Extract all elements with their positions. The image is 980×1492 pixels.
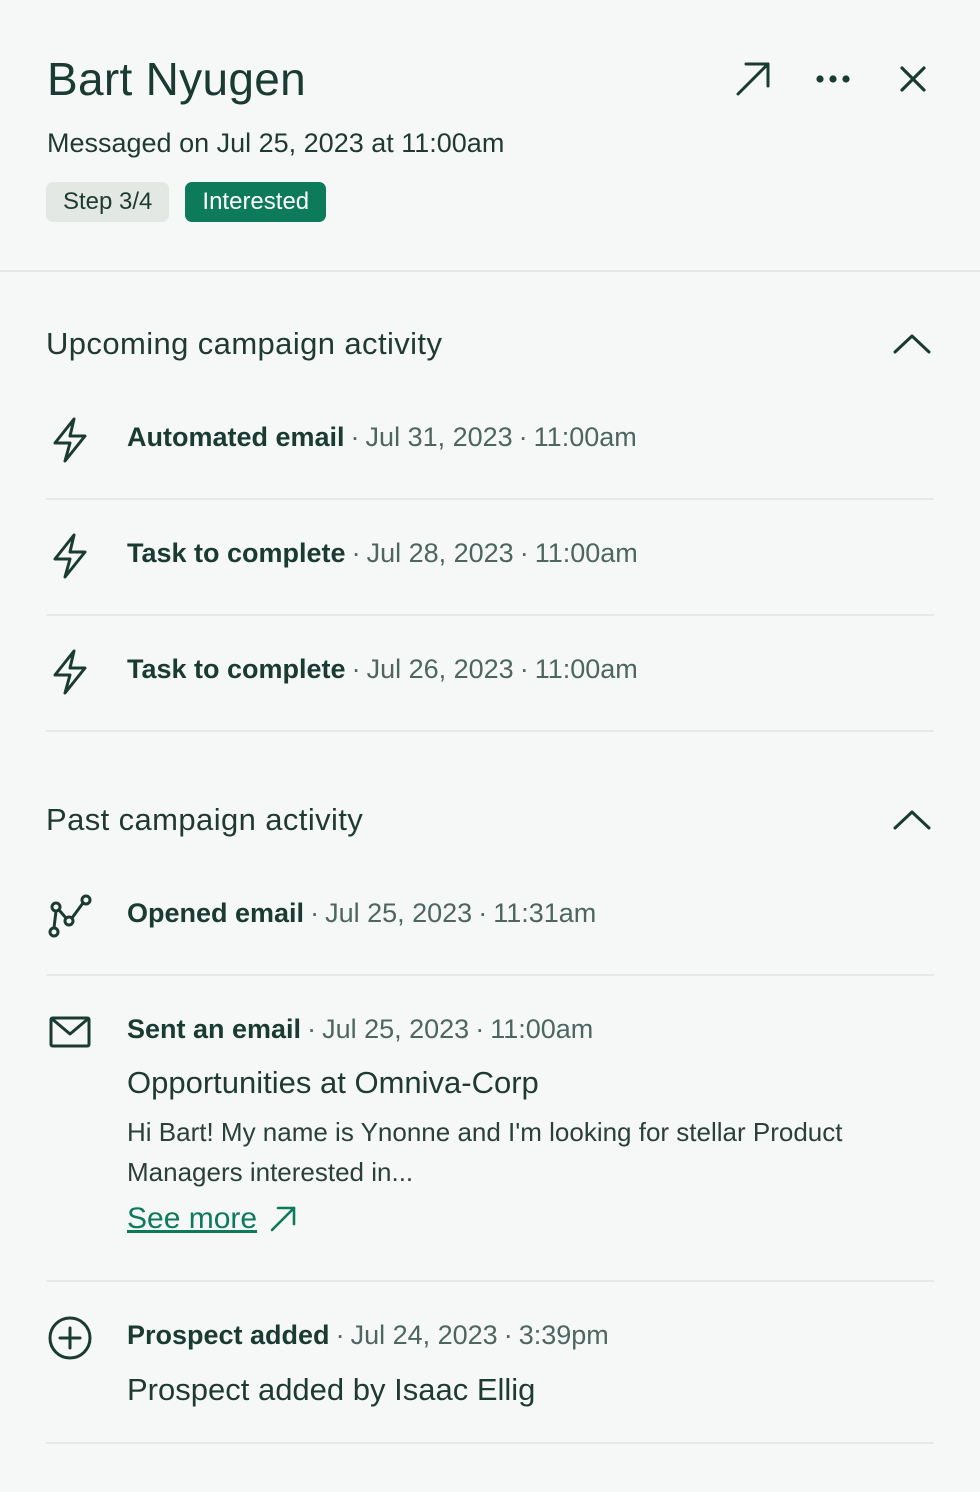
activity-time: 11:00am bbox=[534, 654, 638, 684]
prospect-detail-panel: Bart Nyugen Messaged on Jul 25, 2023 at … bbox=[0, 0, 980, 1492]
activity-kind: Task to complete bbox=[127, 654, 346, 684]
plus-circle-icon bbox=[46, 1314, 94, 1362]
close-icon[interactable] bbox=[892, 58, 934, 100]
mail-icon bbox=[46, 1008, 94, 1056]
header-actions bbox=[732, 58, 934, 100]
open-external-icon[interactable] bbox=[732, 58, 774, 100]
activity-date: Jul 31, 2023 bbox=[365, 422, 513, 452]
activity-row[interactable]: Opened email · Jul 25, 2023 · 11:31am bbox=[46, 866, 934, 976]
chevron-up-icon[interactable] bbox=[890, 322, 934, 366]
activity-date: Jul 24, 2023 bbox=[350, 1320, 498, 1350]
activity-date: Jul 28, 2023 bbox=[366, 538, 514, 568]
activity-kind: Automated email bbox=[127, 422, 345, 452]
open-external-icon bbox=[270, 1206, 296, 1232]
upcoming-section-title: Upcoming campaign activity bbox=[46, 326, 443, 361]
see-more-link[interactable]: See more bbox=[127, 1202, 297, 1236]
panel-header: Bart Nyugen Messaged on Jul 25, 2023 at … bbox=[0, 0, 980, 272]
activity-kind: Task to complete bbox=[127, 538, 346, 568]
activity-date: Jul 26, 2023 bbox=[366, 654, 514, 684]
activity-kind: Sent an email bbox=[127, 1014, 302, 1044]
activity-kind: Opened email bbox=[127, 898, 305, 928]
activity-date: Jul 25, 2023 bbox=[322, 1014, 470, 1044]
step-badge: Step 3/4 bbox=[46, 182, 170, 222]
prospect-name: Bart Nyugen bbox=[47, 53, 306, 105]
badges: Step 3/4 Interested bbox=[46, 182, 327, 222]
email-subject: Opportunities at Omniva-Corp bbox=[127, 1065, 539, 1100]
prospect-added-detail: Prospect added by Isaac Ellig bbox=[127, 1372, 536, 1407]
route-icon bbox=[46, 892, 94, 940]
messaged-date: Messaged on Jul 25, 2023 at 11:00am bbox=[47, 128, 505, 158]
activity-time: 11:00am bbox=[534, 538, 638, 568]
bolt-icon bbox=[46, 648, 94, 696]
past-section-title: Past campaign activity bbox=[46, 802, 364, 837]
activity-row[interactable]: Task to complete · Jul 26, 2023 · 11:00am bbox=[46, 616, 934, 732]
bolt-icon bbox=[46, 416, 94, 464]
chevron-up-icon[interactable] bbox=[890, 798, 934, 842]
bolt-icon bbox=[46, 532, 94, 580]
activity-time: 11:00am bbox=[490, 1014, 594, 1044]
email-snippet: Hi Bart! My name is Ynonne and I'm looki… bbox=[127, 1117, 843, 1187]
activity-time: 11:31am bbox=[493, 898, 597, 928]
past-section-header: Past campaign activity bbox=[46, 798, 934, 842]
activity-row[interactable]: Task to complete · Jul 28, 2023 · 11:00am bbox=[46, 500, 934, 616]
activity-row[interactable]: Sent an email · Jul 25, 2023 · 11:00am Oppor… bbox=[46, 976, 934, 1282]
activity-kind: Prospect added bbox=[127, 1320, 330, 1350]
see-more-label: See more bbox=[127, 1202, 258, 1235]
activity-time: 3:39pm bbox=[518, 1320, 609, 1350]
more-icon[interactable] bbox=[812, 58, 854, 100]
upcoming-section-header: Upcoming campaign activity bbox=[46, 322, 934, 366]
activity-time: 11:00am bbox=[533, 422, 637, 452]
activity-date: Jul 25, 2023 bbox=[325, 898, 473, 928]
status-badge[interactable]: Interested bbox=[185, 182, 327, 222]
activity-row[interactable]: Prospect added · Jul 24, 2023 · 3:39pm Prosp… bbox=[46, 1282, 934, 1444]
activity-row[interactable]: Automated email · Jul 31, 2023 · 11:00am bbox=[46, 390, 934, 500]
